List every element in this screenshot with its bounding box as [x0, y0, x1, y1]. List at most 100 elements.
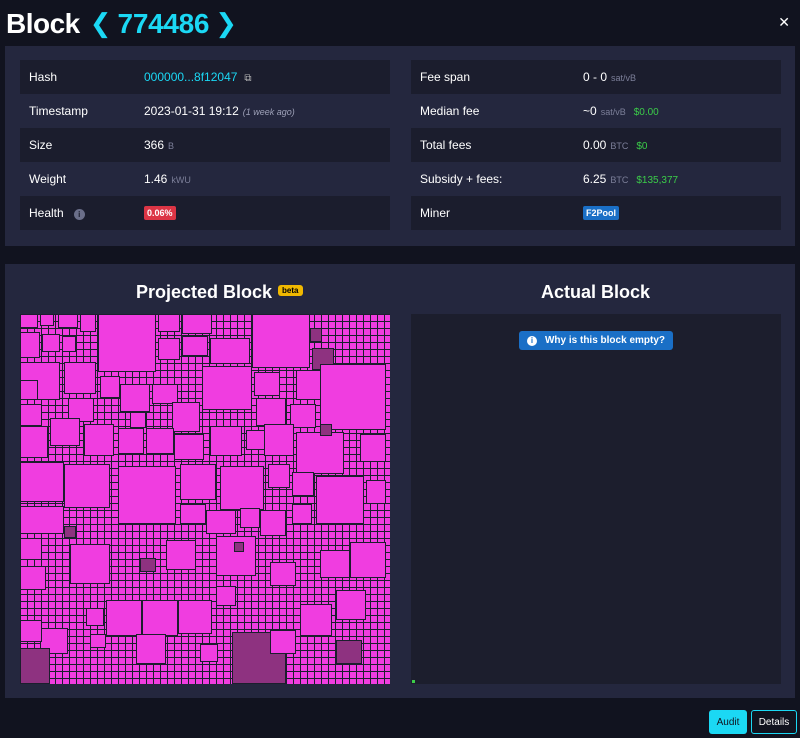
tx-block[interactable]	[20, 314, 38, 328]
tx-block[interactable]	[178, 600, 212, 634]
tx-block[interactable]	[50, 418, 80, 446]
tx-block[interactable]	[20, 404, 42, 426]
detail-row-weight: Weight 1.46 kWU	[20, 162, 390, 196]
tx-block[interactable]	[166, 540, 196, 570]
tx-block[interactable]	[292, 504, 312, 524]
tx-block[interactable]	[350, 542, 386, 578]
tx-block[interactable]	[118, 428, 144, 454]
tx-block[interactable]	[182, 314, 212, 334]
tx-block[interactable]	[320, 424, 332, 436]
tx-block[interactable]	[80, 314, 96, 332]
actual-block-visualization[interactable]: i Why is this block empty?	[411, 314, 781, 684]
chevron-left-icon[interactable]: ❮	[90, 9, 112, 39]
tx-block[interactable]	[320, 364, 386, 430]
tx-block[interactable]	[268, 464, 290, 488]
tx-block[interactable]	[300, 604, 332, 636]
miner-badge[interactable]: F2Pool	[583, 206, 620, 220]
tx-block[interactable]	[40, 314, 54, 326]
why-empty-button[interactable]: i Why is this block empty?	[519, 331, 673, 350]
hash-label: Hash	[29, 70, 58, 84]
tx-block[interactable]	[202, 366, 252, 410]
tx-block[interactable]	[254, 372, 280, 396]
tx-block[interactable]	[20, 462, 64, 502]
tx-block[interactable]	[200, 644, 218, 662]
tx-block[interactable]	[100, 376, 120, 398]
tx-block[interactable]	[246, 430, 266, 450]
audit-button[interactable]: Audit	[709, 710, 747, 734]
tx-block[interactable]	[240, 508, 260, 528]
tx-block[interactable]	[86, 608, 104, 626]
tx-block[interactable]	[130, 412, 146, 428]
detail-row-health: Health i 0.06%	[20, 196, 390, 230]
tx-block[interactable]	[64, 464, 110, 508]
tx-block[interactable]	[158, 338, 180, 360]
tx-block[interactable]	[118, 466, 176, 524]
tx-block[interactable]	[20, 648, 50, 684]
tx-block[interactable]	[172, 402, 200, 432]
tx-block[interactable]	[98, 314, 156, 372]
copy-icon[interactable]: ⧉	[244, 73, 251, 84]
tx-block[interactable]	[64, 526, 76, 538]
tx-block[interactable]	[90, 634, 106, 648]
tx-block[interactable]	[270, 562, 296, 586]
tx-block[interactable]	[20, 506, 64, 534]
tx-block[interactable]	[42, 334, 60, 352]
tx-block[interactable]	[366, 480, 386, 504]
tx-block[interactable]	[20, 426, 48, 458]
tx-block[interactable]	[264, 424, 294, 456]
tx-block[interactable]	[336, 640, 362, 664]
tx-block[interactable]	[210, 338, 250, 364]
tx-block[interactable]	[220, 466, 264, 510]
close-icon[interactable]: ✕	[778, 14, 790, 31]
tx-block[interactable]	[58, 314, 78, 328]
info-icon[interactable]: i	[73, 209, 85, 220]
tx-block[interactable]	[174, 434, 204, 460]
tx-block[interactable]	[310, 328, 322, 342]
tx-block[interactable]	[20, 332, 40, 358]
projected-block-treemap[interactable]	[20, 314, 390, 684]
tx-block[interactable]	[296, 370, 322, 400]
tx-block[interactable]	[152, 384, 178, 404]
tx-block[interactable]	[106, 600, 142, 636]
tx-block[interactable]	[316, 476, 364, 524]
total-fees-value: 0.00	[583, 138, 607, 152]
tx-block[interactable]	[20, 620, 42, 642]
block-height-link[interactable]: 774486	[118, 8, 210, 40]
tx-block[interactable]	[320, 550, 350, 578]
projected-block-title: Projected Block beta	[136, 282, 303, 303]
tx-block[interactable]	[252, 314, 310, 368]
tx-block[interactable]	[182, 336, 208, 356]
tx-block[interactable]	[180, 504, 206, 524]
tx-block[interactable]	[20, 566, 46, 590]
tx-block[interactable]	[136, 634, 166, 664]
tx-block[interactable]	[20, 538, 42, 560]
details-button[interactable]: Details	[751, 710, 797, 734]
tx-block[interactable]	[140, 558, 156, 572]
tx-block[interactable]	[20, 380, 38, 400]
tx-block[interactable]	[120, 384, 150, 412]
tx-block[interactable]	[270, 630, 296, 654]
tx-block[interactable]	[70, 544, 110, 584]
tx-block[interactable]	[216, 586, 236, 606]
tx-block[interactable]	[260, 510, 286, 536]
health-badge: 0.06%	[144, 206, 176, 220]
tx-block[interactable]	[62, 336, 76, 352]
hash-value[interactable]: 000000...8f12047	[144, 70, 237, 84]
chevron-right-icon[interactable]: ❯	[215, 9, 237, 39]
tx-block[interactable]	[84, 424, 114, 456]
tx-block[interactable]	[142, 600, 178, 636]
tx-block[interactable]	[64, 362, 96, 394]
tx-block[interactable]	[256, 398, 286, 426]
tx-block[interactable]	[234, 542, 244, 552]
tx-block[interactable]	[146, 428, 174, 454]
tx-block[interactable]	[360, 434, 386, 462]
tx-block[interactable]	[296, 432, 344, 474]
tx-block[interactable]	[336, 590, 366, 620]
fee-span-value: 0 - 0	[583, 70, 608, 84]
tx-block[interactable]	[210, 426, 242, 456]
tx-block[interactable]	[206, 510, 236, 534]
tx-block[interactable]	[158, 314, 180, 332]
weight-value: 1.46	[144, 172, 168, 186]
tx-block[interactable]	[292, 472, 314, 496]
tx-block[interactable]	[180, 464, 216, 500]
